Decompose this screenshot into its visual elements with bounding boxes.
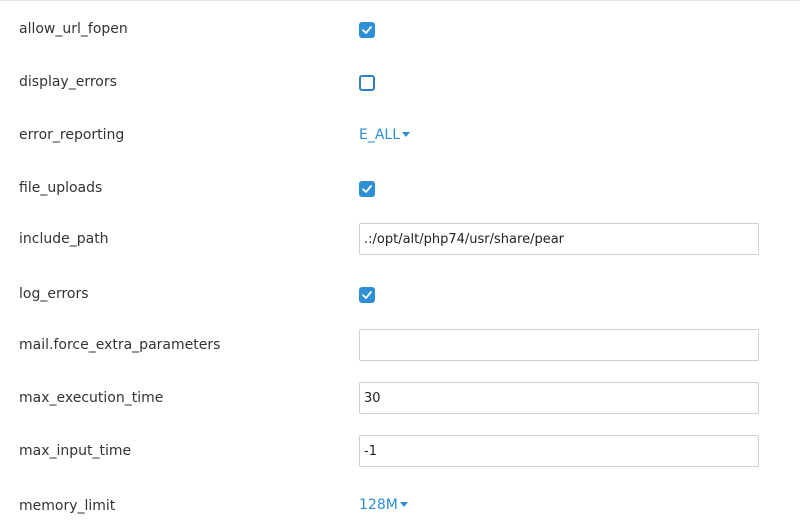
file-uploads-checkbox[interactable] [359, 181, 375, 197]
caret-down-icon [402, 131, 411, 137]
setting-label: file_uploads [19, 180, 103, 196]
dropdown-value: 128M [359, 497, 398, 513]
setting-label: memory_limit [19, 498, 116, 514]
setting-label: display_errors [19, 74, 117, 90]
setting-label: log_errors [19, 286, 89, 302]
setting-label: allow_url_fopen [19, 21, 128, 37]
include-path-input[interactable] [359, 223, 759, 255]
allow-url-fopen-checkbox[interactable] [359, 22, 375, 38]
checkmark-icon [362, 26, 372, 34]
setting-label: error_reporting [19, 127, 125, 143]
log-errors-checkbox[interactable] [359, 287, 375, 303]
max-execution-time-input[interactable] [359, 382, 759, 414]
dropdown-value: E_ALL [359, 127, 401, 143]
checkmark-icon [362, 185, 372, 193]
setting-label: max_input_time [19, 443, 132, 459]
checkmark-icon [362, 291, 372, 299]
caret-down-icon [399, 501, 408, 507]
memory-limit-dropdown[interactable]: 128M [359, 496, 408, 514]
setting-label: max_execution_time [19, 390, 164, 406]
display-errors-checkbox[interactable] [359, 75, 375, 91]
max-input-time-input[interactable] [359, 435, 759, 467]
mail-force-extra-parameters-input[interactable] [359, 329, 759, 361]
setting-label: mail.force_extra_parameters [19, 337, 221, 353]
top-divider [0, 0, 800, 1]
setting-label: include_path [19, 231, 109, 247]
error-reporting-dropdown[interactable]: E_ALL [359, 126, 411, 144]
